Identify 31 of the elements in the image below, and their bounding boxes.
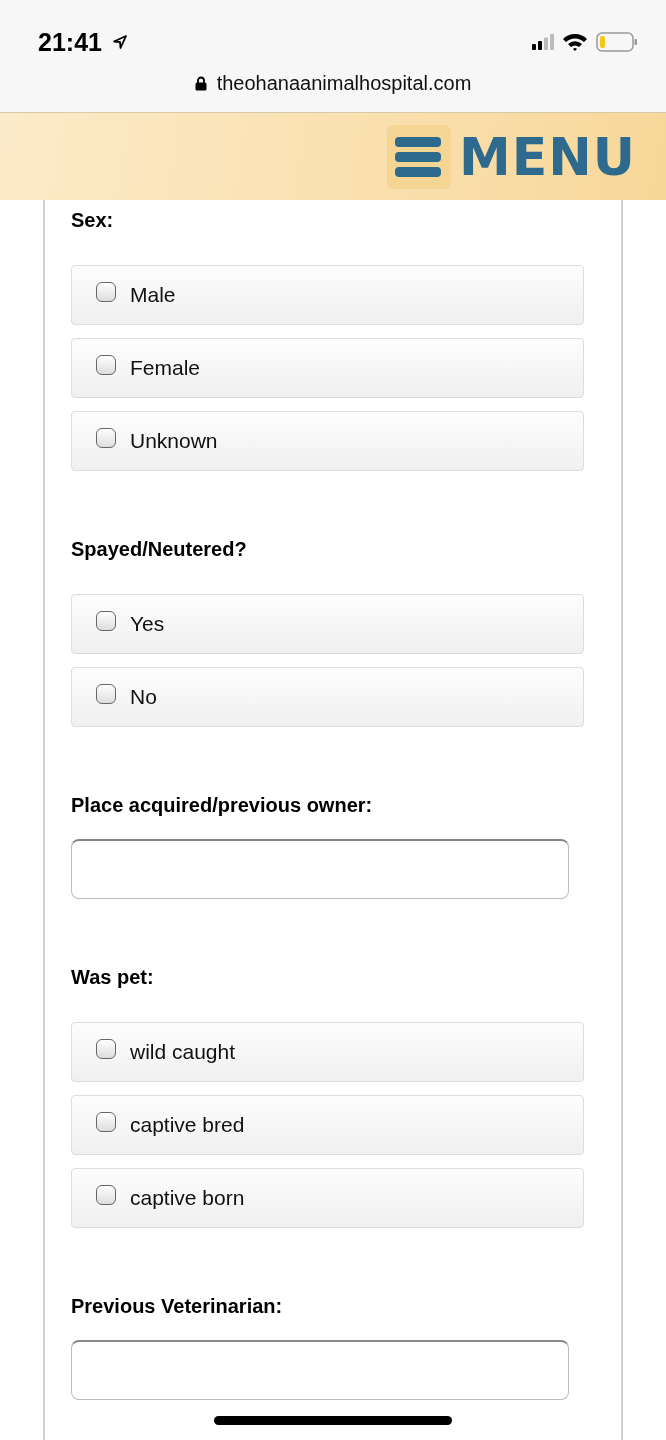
field-label: Previous Veterinarian:: [71, 1294, 284, 1318]
menu-icon: [387, 124, 451, 189]
field-label: Was pet:: [71, 965, 155, 989]
option-row[interactable]: Yes: [71, 594, 584, 654]
status-time: 21:41: [38, 27, 102, 57]
checkbox[interactable]: [96, 611, 116, 631]
checkbox[interactable]: [96, 1185, 116, 1205]
checkbox[interactable]: [96, 684, 116, 704]
signal-icon: [532, 34, 554, 50]
checkbox[interactable]: [96, 428, 116, 448]
url-text[interactable]: theohanaanimalhospital.com: [216, 72, 472, 95]
input-field[interactable]: [71, 1340, 569, 1400]
field-label: Place acquired/previous owner:: [71, 793, 374, 817]
location-arrow-icon: [111, 34, 128, 50]
lock-icon: [194, 76, 207, 91]
field-label: Sex:: [71, 208, 115, 232]
battery-icon: [596, 32, 638, 52]
wifi-icon: [562, 33, 588, 51]
option-row[interactable]: captive born: [71, 1168, 584, 1228]
checkbox[interactable]: [96, 1039, 116, 1059]
option-row[interactable]: captive bred: [71, 1095, 584, 1155]
field-label: Spayed/Neutered?: [71, 537, 248, 561]
checkbox[interactable]: [96, 282, 116, 302]
option-row[interactable]: Male: [71, 265, 584, 325]
option-row[interactable]: Unknown: [71, 411, 584, 471]
checkbox[interactable]: [96, 1112, 116, 1132]
input-field[interactable]: [71, 839, 569, 899]
checkbox[interactable]: [96, 355, 116, 375]
option-row[interactable]: Female: [71, 338, 584, 398]
option-row[interactable]: wild caught: [71, 1022, 584, 1082]
option-row[interactable]: No: [71, 667, 584, 727]
